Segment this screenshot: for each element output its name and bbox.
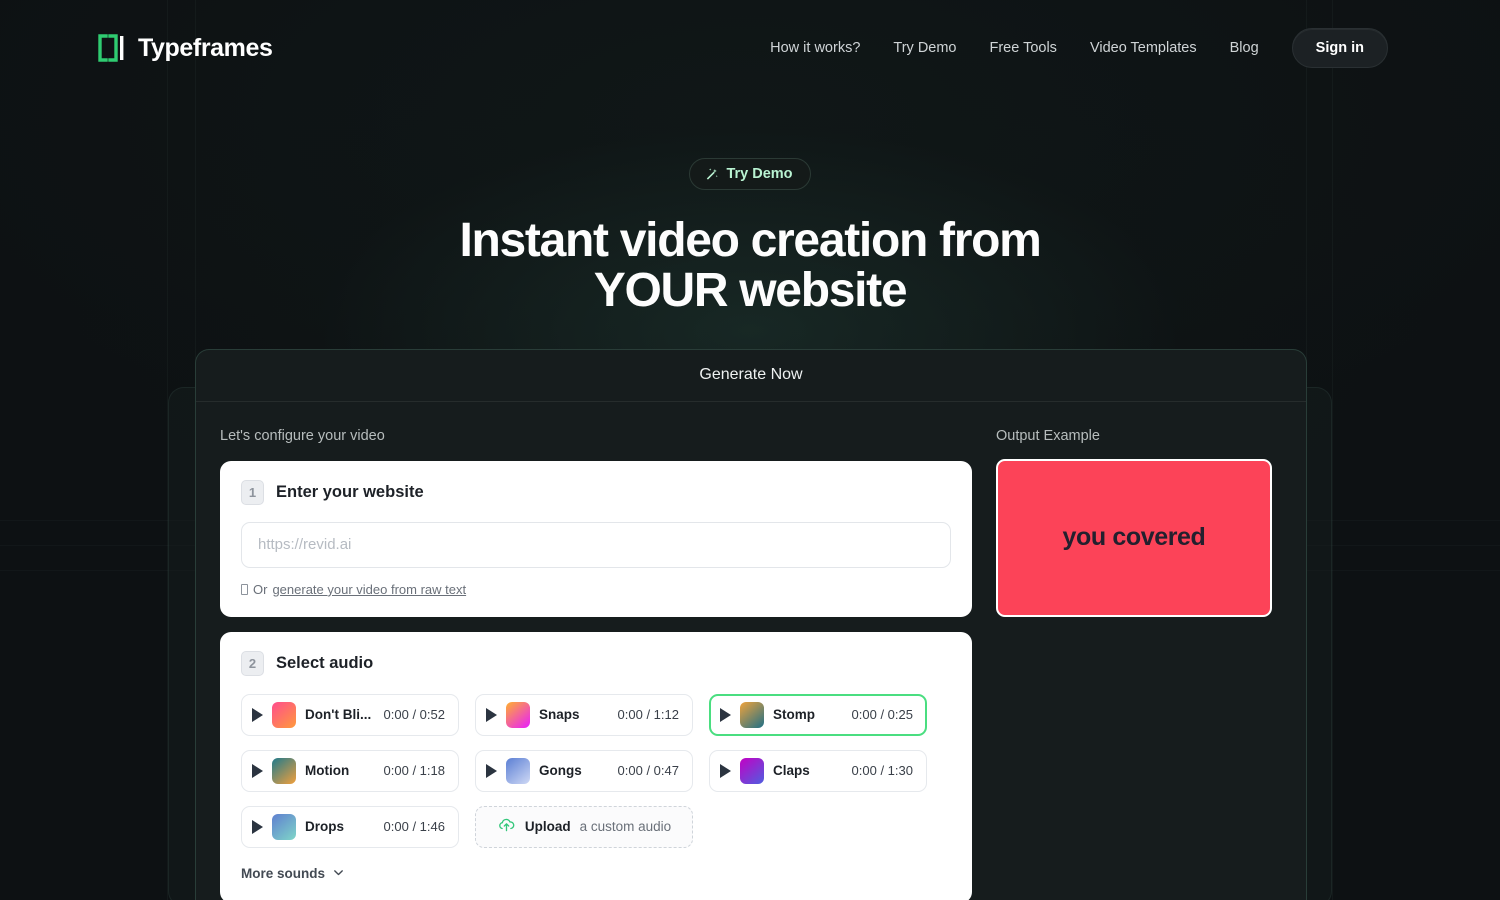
audio-track-grid: Don't Bli... 0:00 / 0:52 Snaps 0:00 / 1:12 S… <box>241 693 951 848</box>
audio-thumbnail <box>506 701 530 728</box>
step-1-panel: 1 Enter your website Or generate your vi… <box>220 460 972 617</box>
configure-column: Let's configure your video 1 Enter your … <box>220 428 972 900</box>
card-title: Generate Now <box>196 350 1306 402</box>
generate-from-raw-text-link[interactable]: generate your video from raw text <box>272 582 466 597</box>
audio-track-item[interactable]: Stomp 0:00 / 0:25 <box>709 693 927 736</box>
step-2-header: 2 Select audio <box>241 650 951 676</box>
step-2-title: Select audio <box>276 653 374 672</box>
step-2-number: 2 <box>241 650 264 676</box>
output-example-label: Output Example <box>996 427 1100 444</box>
audio-track-time: 0:00 / 0:25 <box>851 707 913 723</box>
audio-track-item[interactable]: Gongs 0:00 / 0:47 <box>475 749 693 792</box>
play-icon[interactable] <box>486 707 497 722</box>
site-header: Typeframes How it works? Try Demo Free T… <box>0 0 1500 96</box>
hero-section: Try Demo Instant video creation from YOU… <box>0 96 1500 316</box>
upload-custom-audio-button[interactable]: Upload a custom audio <box>475 805 693 848</box>
audio-track-item[interactable]: Drops 0:00 / 1:46 <box>241 805 459 848</box>
missing-glyph-icon <box>241 583 248 595</box>
nav-item-free-tools[interactable]: Free Tools <box>990 40 1057 56</box>
upload-label-rest: a custom audio <box>579 819 672 835</box>
generate-now-card: Generate Now Let's configure your video … <box>195 348 1307 900</box>
step-1-header: 1 Enter your website <box>241 479 951 505</box>
audio-track-name: Snaps <box>539 707 580 723</box>
page-title: Instant video creation from YOUR website <box>0 216 1500 316</box>
step-1-title: Enter your website <box>276 482 424 501</box>
nav-item-try-demo[interactable]: Try Demo <box>893 40 956 56</box>
audio-track-item[interactable]: Snaps 0:00 / 1:12 <box>475 693 693 736</box>
output-column: Output Example you covered <box>996 428 1282 900</box>
nav-item-how-it-works[interactable]: How it works? <box>770 40 860 56</box>
audio-track-time: 0:00 / 1:12 <box>617 707 679 723</box>
audio-track-name: Claps <box>773 763 810 779</box>
nav-item-blog[interactable]: Blog <box>1230 40 1259 56</box>
play-icon[interactable] <box>720 763 731 778</box>
play-icon[interactable] <box>486 763 497 778</box>
audio-track-item[interactable]: Claps 0:00 / 1:30 <box>709 749 927 792</box>
audio-track-time: 0:00 / 0:47 <box>617 763 679 779</box>
typeframes-bracket-icon <box>96 33 127 63</box>
audio-thumbnail <box>740 757 764 784</box>
card-body: Let's configure your video 1 Enter your … <box>196 402 1306 900</box>
audio-thumbnail <box>740 701 764 728</box>
try-demo-badge-label: Try Demo <box>726 166 793 182</box>
logo-text: Typeframes <box>138 33 273 62</box>
audio-track-time: 0:00 / 0:52 <box>383 707 445 723</box>
headline-line-1: Instant video creation from <box>459 214 1041 267</box>
audio-thumbnail <box>272 813 296 840</box>
nav-item-video-templates[interactable]: Video Templates <box>1090 40 1197 56</box>
more-sounds-label: More sounds <box>241 866 326 882</box>
output-example-preview[interactable]: you covered <box>996 458 1272 617</box>
raw-text-hint: Or generate your video from raw text <box>241 582 951 597</box>
step-1-number: 1 <box>241 479 264 505</box>
play-icon[interactable] <box>252 763 263 778</box>
play-icon[interactable] <box>252 707 263 722</box>
raw-text-prefix: Or <box>253 581 268 597</box>
configure-label: Let's configure your video <box>220 427 385 444</box>
play-icon[interactable] <box>252 819 263 834</box>
step-2-panel: 2 Select audio Don't Bli... 0:00 / 0:52 Sn… <box>220 631 972 900</box>
audio-thumbnail <box>506 757 530 784</box>
audio-track-item[interactable]: Motion 0:00 / 1:18 <box>241 749 459 792</box>
audio-thumbnail <box>272 757 296 784</box>
audio-track-time: 0:00 / 1:30 <box>851 763 913 779</box>
upload-label-bold: Upload <box>524 819 571 835</box>
audio-track-name: Gongs <box>539 763 582 779</box>
try-demo-badge: Try Demo <box>689 158 811 190</box>
audio-thumbnail <box>272 701 296 728</box>
page-root: Typeframes How it works? Try Demo Free T… <box>0 0 1500 900</box>
more-sounds-toggle[interactable]: More sounds <box>241 866 345 882</box>
audio-track-name: Don't Bli... <box>305 707 372 723</box>
sign-in-button[interactable]: Sign in <box>1291 28 1388 68</box>
website-url-input[interactable] <box>241 521 951 568</box>
output-example-text: you covered <box>1062 523 1206 552</box>
audio-track-item[interactable]: Don't Bli... 0:00 / 0:52 <box>241 693 459 736</box>
audio-track-time: 0:00 / 1:18 <box>383 763 445 779</box>
play-icon[interactable] <box>720 707 731 722</box>
chevron-down-icon <box>332 866 345 882</box>
magic-wand-icon <box>704 167 719 182</box>
logo[interactable]: Typeframes <box>96 33 273 63</box>
audio-track-name: Drops <box>305 819 345 835</box>
audio-track-name: Stomp <box>773 707 815 723</box>
audio-track-time: 0:00 / 1:46 <box>383 819 445 835</box>
main-nav: How it works? Try Demo Free Tools Video … <box>770 28 1388 68</box>
headline-line-2: YOUR website <box>593 263 908 317</box>
audio-track-name: Motion <box>305 763 350 779</box>
cloud-upload-icon <box>497 815 516 839</box>
